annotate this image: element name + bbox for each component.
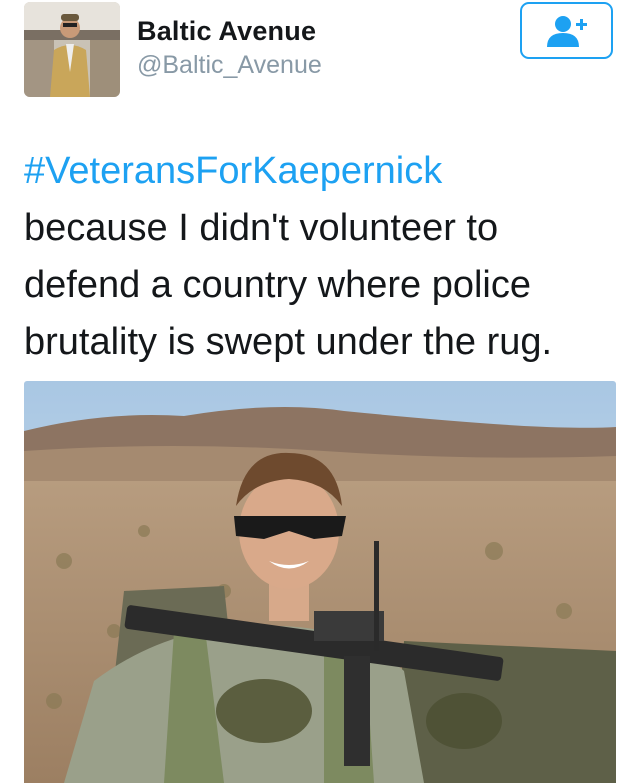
add-user-icon bbox=[546, 15, 587, 47]
hashtag-link[interactable]: #VeteransForKaepernick bbox=[24, 143, 624, 200]
soldier-photo bbox=[24, 381, 616, 783]
tweet-text: #VeteransForKaepernick because I didn't … bbox=[24, 143, 624, 371]
avatar[interactable] bbox=[24, 2, 120, 97]
tweet-text-line: defend a country where police bbox=[24, 264, 531, 306]
user-handle[interactable]: @Baltic_Avenue bbox=[137, 51, 322, 80]
tweet-text-line: brutality is swept under the rug. bbox=[24, 321, 553, 363]
avatar-image bbox=[24, 2, 120, 97]
tweet-text-line: because I didn't volunteer to bbox=[24, 207, 499, 249]
display-name[interactable]: Baltic Avenue bbox=[137, 16, 316, 47]
follow-button[interactable] bbox=[520, 2, 613, 59]
tweet-photo[interactable] bbox=[24, 381, 616, 783]
